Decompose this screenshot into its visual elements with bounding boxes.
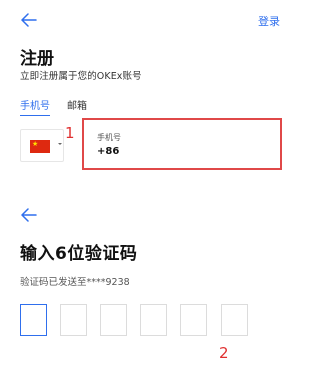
code-digit-box-2[interactable]: [60, 304, 87, 336]
page-subtitle: 立即注册属于您的OKEx账号: [20, 71, 142, 82]
verify-title: 输入6位验证码: [20, 244, 138, 264]
page-title: 注册: [20, 49, 54, 69]
back-arrow-icon[interactable]: [20, 208, 38, 222]
code-digit-box-6[interactable]: [221, 304, 248, 336]
code-sent-text: 验证码已发送至****9238: [20, 277, 130, 288]
login-link[interactable]: 登录: [258, 13, 280, 29]
tab-phone[interactable]: 手机号: [20, 97, 50, 116]
tab-email[interactable]: 邮箱: [67, 97, 87, 112]
code-digit-box-1[interactable]: [20, 304, 47, 336]
code-digit-box-3[interactable]: [100, 304, 127, 336]
code-digit-box-5[interactable]: [180, 304, 207, 336]
caret-down-icon: [58, 143, 62, 145]
phone-number-field[interactable]: 手机号 +86: [82, 118, 282, 170]
back-arrow-icon[interactable]: [20, 13, 38, 27]
phone-field-label: 手机号: [97, 133, 121, 142]
code-digit-box-4[interactable]: [140, 304, 167, 336]
phone-country-code: +86: [97, 146, 120, 157]
china-flag-icon: ★: [30, 140, 50, 153]
country-code-selector[interactable]: ★: [20, 129, 64, 162]
annotation-marker-1: 1: [65, 124, 75, 142]
annotation-marker-2: 2: [219, 344, 229, 362]
